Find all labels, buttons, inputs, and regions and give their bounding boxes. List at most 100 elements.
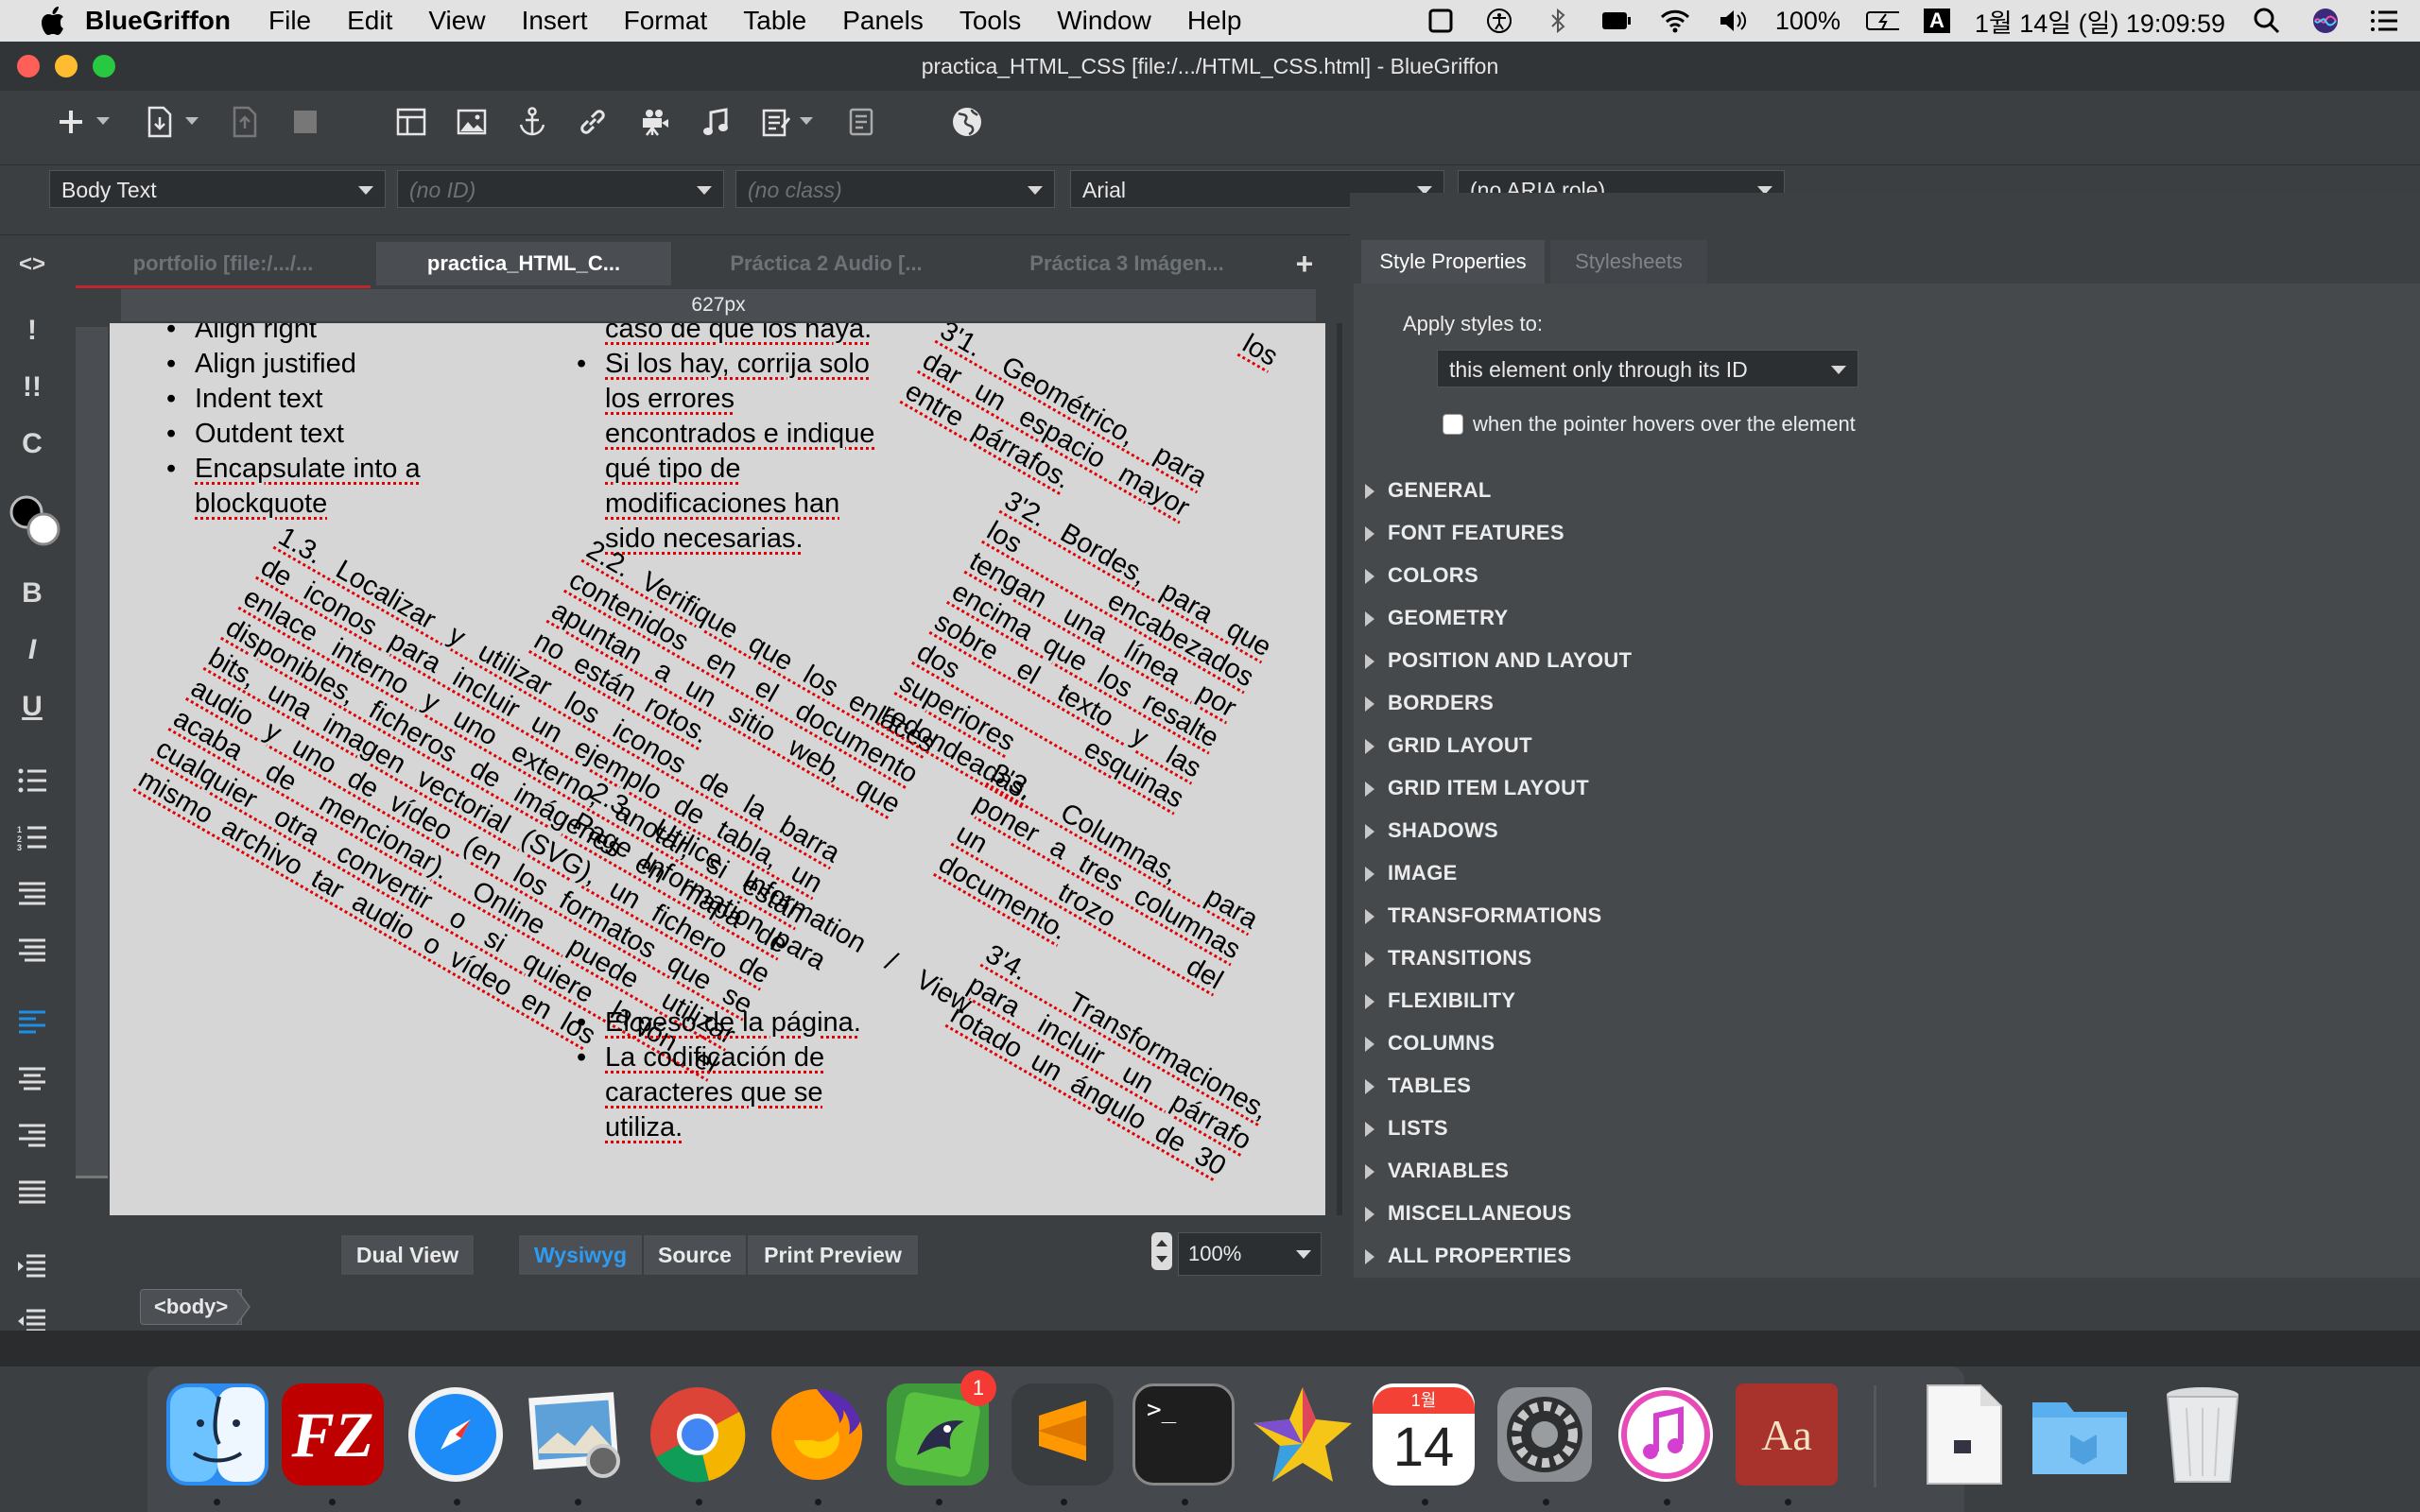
ordered-list-icon[interactable]: 123: [13, 818, 51, 856]
section-grid-item-layout[interactable]: GRID ITEM LAYOUT: [1365, 776, 1589, 800]
align-left-icon[interactable]: [13, 1004, 51, 1041]
calendar-icon[interactable]: 1월 14: [1373, 1383, 1475, 1486]
section-position-layout[interactable]: POSITION AND LAYOUT: [1364, 648, 1632, 673]
section-colors[interactable]: COLORS: [1365, 563, 1478, 588]
dual-view-button[interactable]: Dual View: [340, 1234, 475, 1276]
tab-portfolio[interactable]: portfolio [file:/.../...: [76, 242, 371, 288]
underline-icon[interactable]: U: [13, 688, 51, 726]
firefox-icon[interactable]: [766, 1383, 868, 1486]
video-icon[interactable]: [633, 100, 677, 144]
bluegriffon-icon[interactable]: 1: [887, 1370, 996, 1486]
hover-checkbox[interactable]: [1443, 414, 1463, 435]
tab-stylesheets[interactable]: Stylesheets: [1550, 240, 1707, 284]
apply-styles-select[interactable]: this element only through its ID: [1437, 350, 1858, 387]
battery-icon[interactable]: [1865, 7, 1899, 35]
chrome-icon[interactable]: [647, 1383, 749, 1486]
menu-panels[interactable]: Panels: [842, 6, 924, 36]
outdent-list-icon[interactable]: [13, 875, 51, 913]
stop-icon[interactable]: [284, 100, 327, 144]
wysiwyg-editor[interactable]: Align right Align justified Indent text …: [110, 323, 1325, 1215]
document-properties-icon[interactable]: [839, 100, 883, 144]
new-document-icon[interactable]: [49, 100, 93, 144]
align-justify-icon[interactable]: [13, 1174, 51, 1211]
indent-list-icon[interactable]: [13, 932, 51, 970]
section-columns[interactable]: COLUMNS: [1364, 1031, 1495, 1056]
print-preview-button[interactable]: Print Preview: [747, 1234, 919, 1276]
close-window-button[interactable]: [17, 55, 40, 77]
terminal-icon[interactable]: >_: [1132, 1383, 1235, 1486]
globe-icon[interactable]: [945, 100, 989, 144]
input-source-icon[interactable]: A: [1923, 9, 1950, 33]
battery-indicator-icon[interactable]: [1599, 7, 1634, 35]
zoom-select[interactable]: 100%: [1178, 1232, 1322, 1276]
section-geometry[interactable]: GEOMETRY: [1364, 606, 1508, 630]
zoom-stepper[interactable]: [1151, 1232, 1172, 1270]
align-center-icon[interactable]: [13, 1060, 51, 1098]
section-general[interactable]: GENERAL: [1365, 478, 1492, 503]
finder-icon[interactable]: [166, 1383, 268, 1486]
audio-icon[interactable]: [694, 100, 737, 144]
preview-icon[interactable]: [526, 1383, 628, 1486]
id-select[interactable]: (no ID): [397, 170, 724, 208]
class-select[interactable]: (no class): [735, 170, 1055, 208]
wysiwyg-button[interactable]: Wysiwyg: [518, 1234, 643, 1276]
accessibility-icon[interactable]: [1482, 7, 1516, 35]
section-miscellaneous[interactable]: MISCELLANEOUS: [1365, 1201, 1572, 1226]
align-right-icon[interactable]: [13, 1117, 51, 1155]
open-dropdown-chevron-icon[interactable]: [180, 100, 204, 144]
bold-icon[interactable]: B: [13, 575, 51, 612]
menu-help[interactable]: Help: [1187, 6, 1242, 36]
minimize-window-button[interactable]: [55, 55, 78, 77]
section-image[interactable]: IMAGE: [1365, 861, 1458, 885]
siri-icon[interactable]: [2308, 7, 2342, 35]
app-menu[interactable]: BlueGriffon: [85, 6, 231, 36]
section-font-features[interactable]: FONT FEATURES: [1365, 521, 1564, 545]
document-icon[interactable]: [1911, 1383, 2014, 1486]
form-dropdown-chevron-icon[interactable]: [794, 100, 819, 144]
section-lists[interactable]: LISTS: [1365, 1116, 1448, 1141]
tab-style-properties[interactable]: Style Properties: [1361, 240, 1545, 284]
system-preferences-icon[interactable]: [1494, 1383, 1596, 1486]
sublime-icon[interactable]: [1011, 1383, 1114, 1486]
clock[interactable]: 1월 14일 (일) 19:09:59: [1975, 3, 2225, 40]
menu-insert[interactable]: Insert: [522, 6, 588, 36]
section-all-properties[interactable]: ALL PROPERTIES: [1365, 1244, 1572, 1268]
section-shadows[interactable]: SHADOWS: [1365, 818, 1498, 843]
anchor-icon[interactable]: [510, 100, 554, 144]
menu-edit[interactable]: Edit: [347, 6, 392, 36]
unordered-list-icon[interactable]: [13, 762, 51, 799]
volume-icon[interactable]: [1717, 7, 1751, 35]
citation-icon[interactable]: C: [13, 425, 51, 463]
code-toggle-icon[interactable]: <>: [13, 246, 51, 284]
spotlight-icon[interactable]: [2250, 7, 2284, 35]
folder-icon[interactable]: [2029, 1383, 2131, 1486]
menu-window[interactable]: Window: [1057, 6, 1151, 36]
section-borders[interactable]: BORDERS: [1364, 691, 1494, 715]
insert-table-icon[interactable]: [389, 100, 433, 144]
tab-practica-2-audio[interactable]: Práctica 2 Audio [...: [679, 242, 974, 285]
section-transitions[interactable]: TRANSITIONS: [1364, 946, 1531, 971]
trash-icon[interactable]: [2152, 1383, 2254, 1486]
italic-icon[interactable]: I: [13, 631, 51, 669]
new-dropdown-chevron-icon[interactable]: [91, 100, 115, 144]
menu-table[interactable]: Table: [743, 6, 806, 36]
tab-practica-3-imagen[interactable]: Práctica 3 Imágen...: [979, 242, 1274, 285]
filezilla-icon[interactable]: FZ: [282, 1383, 384, 1486]
itunes-icon[interactable]: [1615, 1383, 1717, 1486]
zoom-window-button[interactable]: [93, 55, 115, 77]
section-tables[interactable]: TABLES: [1364, 1074, 1471, 1098]
panel-splitter[interactable]: [1335, 510, 1340, 832]
save-icon[interactable]: [223, 100, 267, 144]
imovie-star-icon[interactable]: [1252, 1383, 1354, 1486]
link-icon[interactable]: [571, 100, 614, 144]
source-button[interactable]: Source: [643, 1234, 747, 1276]
indent-icon[interactable]: [13, 1247, 51, 1285]
menu-view[interactable]: View: [428, 6, 485, 36]
menu-format[interactable]: Format: [624, 6, 708, 36]
apple-icon[interactable]: [38, 5, 66, 37]
strong-emphasis-icon[interactable]: !!: [13, 369, 51, 406]
element-breadcrumb[interactable]: <body>: [140, 1289, 243, 1325]
section-grid-layout[interactable]: GRID LAYOUT: [1365, 733, 1532, 758]
paragraph-format-select[interactable]: Body Text: [49, 170, 386, 208]
notification-center-icon[interactable]: [2367, 7, 2401, 35]
